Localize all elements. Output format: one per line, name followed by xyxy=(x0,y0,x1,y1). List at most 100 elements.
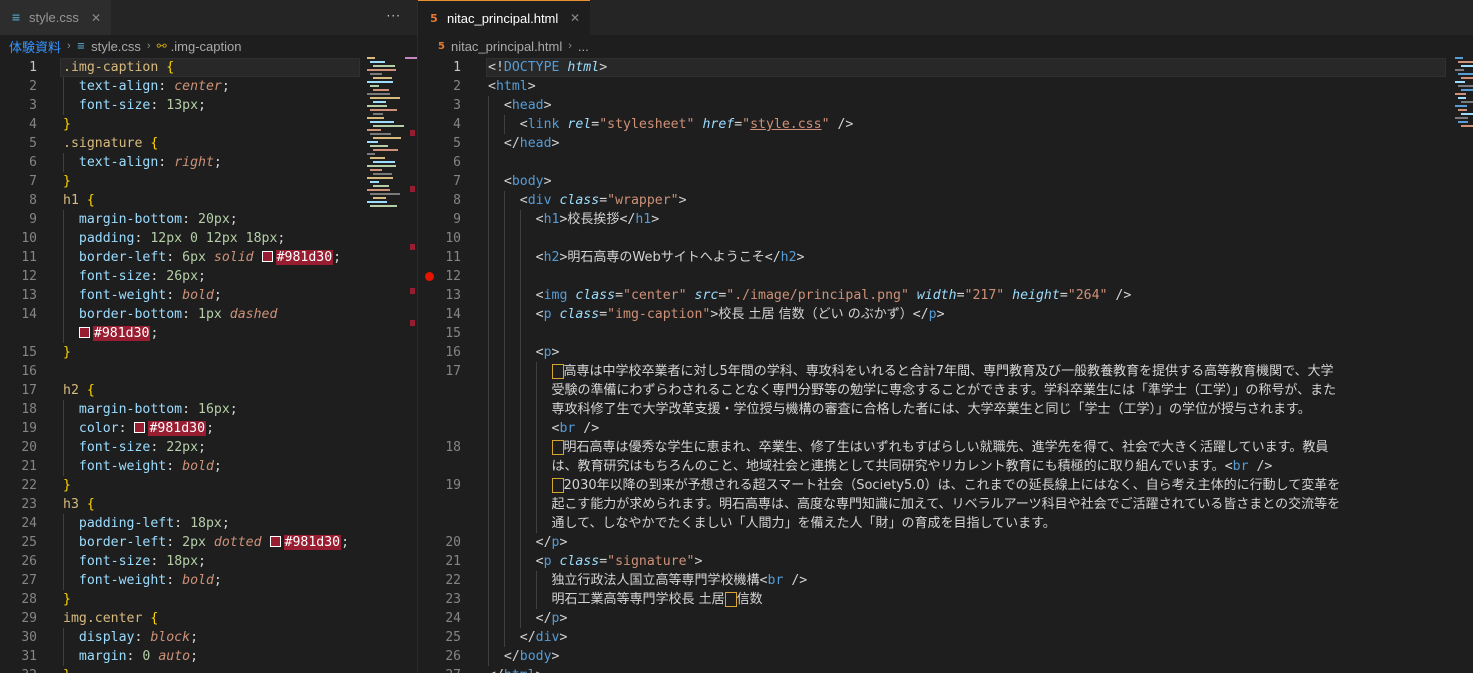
code-text: margin-bottom: 16px; xyxy=(63,400,238,419)
minimap[interactable] xyxy=(367,57,407,217)
code-token: ; xyxy=(206,421,215,436)
more-actions-icon[interactable]: ··· xyxy=(387,9,401,23)
code-text: } xyxy=(63,476,71,495)
line-number: 10 xyxy=(445,231,461,246)
breadcrumb-file[interactable]: nitac_principal.html xyxy=(451,39,562,54)
tab-style-css[interactable]: ≡ style.css ✕ xyxy=(0,0,112,35)
breadcrumb-folder[interactable]: 体験資料 xyxy=(9,37,61,56)
code-line[interactable]: 27 </html> xyxy=(418,666,1473,673)
code-line[interactable]: 10 xyxy=(418,229,1473,248)
code-token: : xyxy=(150,98,167,113)
code-line[interactable]: 7 <body> xyxy=(418,172,1473,191)
code-line[interactable]: 22} xyxy=(0,476,417,495)
code-line[interactable]: 23 h3 { xyxy=(0,495,417,514)
code-line[interactable]: 4} xyxy=(0,115,417,134)
code-line[interactable]: 8 <div class="wrapper"> xyxy=(418,191,1473,210)
breadcrumb-file[interactable]: style.css xyxy=(91,39,141,54)
html-code-editor[interactable]: 1 <!DOCTYPE html> 2 <html> 3 <head> 4 <link r… xyxy=(418,57,1473,673)
code-line[interactable]: 3 <head> xyxy=(418,96,1473,115)
code-token: : xyxy=(166,459,183,474)
code-line[interactable]: 7} xyxy=(0,172,417,191)
minimap[interactable] xyxy=(1455,57,1473,217)
minimap-line xyxy=(370,109,397,111)
minimap-line xyxy=(1461,113,1473,115)
code-line[interactable]: <br /> xyxy=(418,419,1473,438)
code-line[interactable]: 受験の準備にわずらわされることなく専門分野等の勉学に専念することができます。学科… xyxy=(418,381,1473,400)
code-line[interactable]: 5 .signature { xyxy=(0,134,417,153)
code-line[interactable]: 13 <img class="center" src="./image/prin… xyxy=(418,286,1473,305)
code-token: < xyxy=(488,193,528,208)
code-token: /> xyxy=(575,421,600,436)
code-line[interactable]: 9 <h1>校長挨拶</h1> xyxy=(418,210,1473,229)
code-line[interactable]: 23 明石工業高等専門学校長 土居 信数 xyxy=(418,590,1473,609)
code-line[interactable]: 17 h2 { xyxy=(0,381,417,400)
code-line[interactable]: 32} xyxy=(0,666,417,673)
indent-guide xyxy=(504,191,505,647)
link-href[interactable]: style.css xyxy=(750,117,821,132)
code-token: : xyxy=(182,402,198,417)
code-line[interactable]: 17 高専は中学校卒業者に対し5年間の学科、専攻科をいれると合計7年間、専門教育… xyxy=(418,362,1473,381)
code-line[interactable]: 29 img.center { xyxy=(0,609,417,628)
code-line[interactable]: 6 xyxy=(418,153,1473,172)
code-line[interactable]: 15} xyxy=(0,343,417,362)
breadcrumb-symbol[interactable]: .img-caption xyxy=(171,39,242,54)
code-token: > xyxy=(551,345,560,360)
tab-nitac-principal-html[interactable]: 5 nitac_principal.html ✕ xyxy=(418,0,590,35)
code-line[interactable]: 26 </body> xyxy=(418,647,1473,666)
close-icon[interactable]: ✕ xyxy=(570,11,580,25)
minimap-line xyxy=(1461,89,1473,91)
minimap-line xyxy=(373,149,398,151)
code-line[interactable]: 5 </head> xyxy=(418,134,1473,153)
code-line[interactable]: 16 xyxy=(0,362,417,381)
color-swatch[interactable] xyxy=(269,535,281,547)
code-line[interactable]: 21 <p class="signature"> xyxy=(418,552,1473,571)
code-line[interactable]: 専攻科修了生で大学改革支援・学位授与機構の審査に合格した者には、大学卒業生と同じ… xyxy=(418,400,1473,419)
indent-guide xyxy=(536,362,537,533)
color-swatch[interactable] xyxy=(261,250,273,262)
code-line[interactable]: 19 2030年以降の到来が予想される超スマート社会（Society5.0）は、… xyxy=(418,476,1473,495)
code-token: > xyxy=(651,212,660,227)
color-swatch[interactable] xyxy=(78,326,90,338)
code-text: <link rel="stylesheet" href="style.css" … xyxy=(488,115,854,134)
close-icon[interactable]: ✕ xyxy=(91,11,101,25)
code-line[interactable]: 11 <h2>明石高専のWebサイトへようこそ</h2> xyxy=(418,248,1473,267)
code-text: 通して、しなやかでたくましい「人間力」を備えた人「財」の育成を目指しています。 xyxy=(488,514,1056,533)
code-line[interactable]: 25 </div> xyxy=(418,628,1473,647)
breadcrumb-symbol[interactable]: ... xyxy=(578,39,589,54)
color-swatch[interactable] xyxy=(134,421,146,433)
code-line[interactable]: 20 </p> xyxy=(418,533,1473,552)
code-token: href xyxy=(702,117,735,132)
code-token: { xyxy=(86,383,95,398)
code-line[interactable]: は、教育研究はもちろんのこと、地域社会と連携として共同研究やリカレント教育にも積… xyxy=(418,457,1473,476)
code-token: h2 xyxy=(780,250,797,265)
code-line[interactable]: 通して、しなやかでたくましい「人間力」を備えた人「財」の育成を目指しています。 xyxy=(418,514,1473,533)
chevron-right-icon: › xyxy=(568,40,572,52)
code-token: margin xyxy=(78,649,127,664)
code-line[interactable]: 16 <p> xyxy=(418,343,1473,362)
code-line[interactable]: 12 xyxy=(418,267,1473,286)
code-line[interactable]: 起こす能力が求められます。明石高専は、高度な専門知識に加えて、リベラルアーツ科目… xyxy=(418,495,1473,514)
code-line[interactable]: 2 <html> xyxy=(418,77,1473,96)
code-token: margin-bottom xyxy=(78,212,183,227)
css-code-editor[interactable]: 1 .img-caption {2 text-align: center; 3 fo… xyxy=(0,57,417,673)
code-line[interactable]: 22 独立行政法人国立高等専門学校機構<br /> xyxy=(418,571,1473,590)
line-number: 14 xyxy=(21,307,37,322)
code-line[interactable]: 15 xyxy=(418,324,1473,343)
code-token: .img-caption xyxy=(63,60,159,75)
breakpoint-dot[interactable] xyxy=(425,272,434,281)
code-token: : xyxy=(166,288,183,303)
code-line[interactable]: 24 </p> xyxy=(418,609,1473,628)
line-number: 13 xyxy=(445,288,461,303)
code-token: : xyxy=(134,630,151,645)
code-line[interactable]: 28} xyxy=(0,590,417,609)
code-line[interactable]: 4 <link rel="stylesheet" href="style.css… xyxy=(418,115,1473,134)
line-number: 17 xyxy=(21,383,37,398)
code-line[interactable]: 1 <!DOCTYPE html> xyxy=(418,58,1473,77)
code-line[interactable]: 8 h1 { xyxy=(0,191,417,210)
minimap-line xyxy=(1458,61,1473,63)
code-line[interactable]: 18 明石高専は優秀な学生に恵まれ、卒業生、修了生はいずれもすばらしい就職先、進… xyxy=(418,438,1473,457)
code-line[interactable]: 1 .img-caption { xyxy=(0,58,417,77)
code-token: /> xyxy=(829,117,854,132)
code-line[interactable]: 14 <p class="img-caption">校長 土居 信数（どい のぶ… xyxy=(418,305,1473,324)
